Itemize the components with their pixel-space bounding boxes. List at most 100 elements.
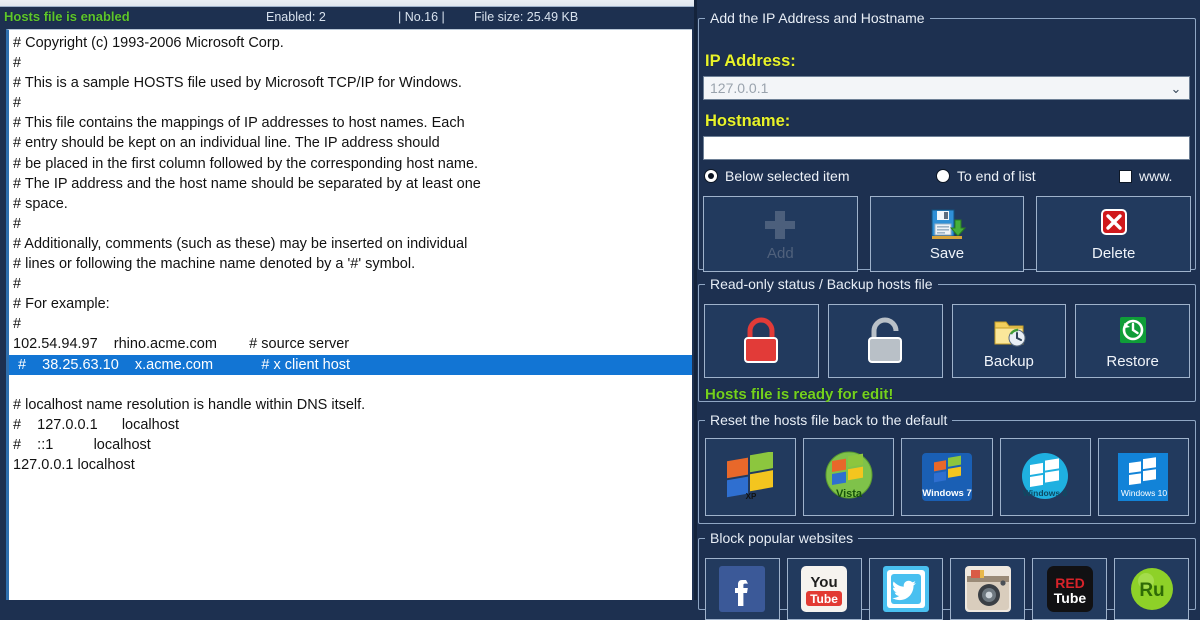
radio-below-selected-item[interactable]: Below selected item bbox=[704, 168, 850, 184]
svg-text:Tube: Tube bbox=[1054, 590, 1087, 606]
entry-number: | No.16 | bbox=[398, 10, 445, 24]
svg-text:Ru: Ru bbox=[1139, 580, 1164, 601]
floppy-save-icon bbox=[931, 209, 967, 239]
hosts-line[interactable]: # For example: bbox=[9, 294, 692, 314]
block-youtube-button[interactable]: You Tube bbox=[786, 558, 862, 620]
radio-to-end-of-list[interactable]: To end of list bbox=[936, 168, 1036, 184]
checkbox-icon[interactable] bbox=[1119, 169, 1132, 183]
block-facebook-button[interactable] bbox=[705, 558, 780, 620]
svg-text:RED: RED bbox=[1055, 575, 1085, 591]
save-button-label: Save bbox=[929, 244, 965, 262]
add-button[interactable]: Add bbox=[703, 196, 858, 272]
editor-pane: Hosts file is enabled Enabled: 2 | No.16… bbox=[0, 7, 694, 600]
hostname-input[interactable] bbox=[703, 136, 1190, 160]
add-save-delete-buttons: Add Save Delete bbox=[703, 196, 1192, 272]
add-button-label: Add bbox=[766, 244, 794, 262]
youtube-icon: You Tube bbox=[801, 566, 848, 612]
save-button[interactable]: Save bbox=[869, 196, 1025, 272]
reset-group-legend: Reset the hosts file back to the default bbox=[710, 412, 948, 428]
hosts-line[interactable]: # space. bbox=[9, 194, 692, 214]
www-label: www. bbox=[1139, 168, 1173, 184]
reset-windows-vista-button[interactable]: Vista bbox=[803, 438, 895, 516]
reset-windows-xp-button[interactable]: XP bbox=[705, 438, 797, 516]
radio-on-icon[interactable] bbox=[704, 169, 718, 183]
hosts-line[interactable]: # localhost name resolution is handle wi… bbox=[9, 395, 692, 415]
os-default-buttons-row: XP Vista Windows 7 Windows 8 Windows 10 bbox=[705, 438, 1190, 516]
windows10-caption: Windows 10 bbox=[1121, 488, 1168, 498]
delete-button[interactable]: Delete bbox=[1036, 196, 1192, 272]
block-redtube-button[interactable]: RED Tube bbox=[1032, 558, 1108, 620]
radio-end-label: To end of list bbox=[957, 168, 1036, 184]
reset-windows-7-button[interactable]: Windows 7 bbox=[901, 438, 993, 516]
windows-7-icon: Windows 7 bbox=[918, 448, 976, 506]
panel-divider bbox=[694, 0, 697, 600]
twitter-icon bbox=[883, 566, 930, 612]
block-site-buttons-row: You Tube RED Tube Ru bbox=[705, 558, 1189, 620]
set-readonly-button[interactable] bbox=[704, 304, 819, 378]
add-group-legend: Add the IP Address and Hostname bbox=[710, 10, 925, 26]
hosts-enabled-status: Hosts file is enabled bbox=[4, 9, 130, 24]
insert-position-options: Below selected item To end of list www. bbox=[699, 168, 1193, 190]
hosts-line[interactable]: # This file contains the mappings of IP … bbox=[9, 113, 692, 133]
chevron-down-icon[interactable]: ⌄ bbox=[1163, 82, 1189, 95]
block-twitter-button[interactable] bbox=[868, 558, 944, 620]
ip-address-label: IP Address: bbox=[705, 52, 796, 70]
readonly-backup-group: Read-only status / Backup hosts file Bac… bbox=[698, 276, 1196, 403]
hosts-line[interactable]: # ::1 localhost bbox=[9, 435, 692, 455]
restore-button-label: Restore bbox=[1106, 352, 1159, 370]
restore-clock-icon bbox=[1119, 316, 1146, 343]
hosts-line[interactable]: # Additionally, comments (such as these)… bbox=[9, 234, 692, 254]
hosts-line[interactable]: # This is a sample HOSTS file used by Mi… bbox=[9, 73, 692, 93]
ready-status-message: Hosts file is ready for edit! bbox=[705, 386, 894, 403]
hosts-line[interactable]: # bbox=[9, 314, 692, 334]
hosts-file-lines[interactable]: # Copyright (c) 1993-2006 Microsoft Corp… bbox=[9, 30, 692, 475]
delete-button-label: Delete bbox=[1092, 244, 1136, 262]
hosts-line[interactable]: # be placed in the first column followed… bbox=[9, 154, 692, 174]
unset-readonly-button[interactable] bbox=[827, 304, 943, 378]
hosts-line[interactable]: # The IP address and the host name shoul… bbox=[9, 174, 692, 194]
redtube-icon: RED Tube bbox=[1046, 566, 1093, 612]
restore-button[interactable]: Restore bbox=[1075, 304, 1190, 378]
windows8-caption: Windows 8 bbox=[1023, 488, 1068, 498]
radio-off-icon[interactable] bbox=[936, 169, 950, 183]
hosts-line[interactable]: # bbox=[9, 274, 692, 294]
red-x-icon bbox=[1100, 208, 1127, 235]
windows-xp-icon: XP bbox=[722, 448, 780, 506]
checkbox-www[interactable]: www. bbox=[1119, 168, 1172, 184]
block-rutube-button[interactable]: Ru bbox=[1114, 558, 1189, 620]
facebook-icon bbox=[719, 566, 766, 612]
hosts-line[interactable]: 127.0.0.1 localhost bbox=[9, 455, 692, 475]
plus-icon bbox=[765, 210, 796, 239]
rutube-icon: Ru bbox=[1129, 566, 1175, 612]
file-size: File size: 25.49 KB bbox=[474, 10, 579, 24]
hosts-line[interactable]: # entry should be kept on an individual … bbox=[9, 133, 692, 153]
reset-windows-10-button[interactable]: Windows 10 bbox=[1097, 438, 1190, 516]
reset-defaults-group: Reset the hosts file back to the default… bbox=[698, 412, 1196, 524]
status-bar: Hosts file is enabled Enabled: 2 | No.16… bbox=[0, 7, 694, 27]
window-chrome-strip bbox=[0, 0, 700, 7]
ip-address-combobox[interactable]: 127.0.0.1 ⌄ bbox=[703, 76, 1190, 100]
block-instagram-button[interactable] bbox=[950, 558, 1026, 620]
reset-windows-8-button[interactable]: Windows 8 bbox=[999, 438, 1091, 516]
readonly-buttons-row: Backup Restore bbox=[704, 304, 1190, 378]
windows-10-icon: Windows 10 bbox=[1114, 448, 1172, 506]
hosts-line-selected[interactable]: # 38.25.63.10 x.acme.com # x client host bbox=[9, 354, 692, 375]
hosts-line[interactable]: # bbox=[9, 53, 692, 73]
hosts-line[interactable]: 102.54.94.97 rhino.acme.com # source ser… bbox=[9, 334, 692, 354]
svg-text:XP: XP bbox=[745, 492, 756, 501]
hosts-line[interactable]: # lines or following the machine name de… bbox=[9, 254, 692, 274]
hosts-line[interactable]: # Copyright (c) 1993-2006 Microsoft Corp… bbox=[9, 33, 692, 53]
locked-padlock-icon bbox=[744, 317, 779, 363]
backup-button[interactable]: Backup bbox=[951, 304, 1067, 378]
backup-button-label: Backup bbox=[983, 352, 1034, 370]
ip-address-value: 127.0.0.1 bbox=[710, 80, 769, 96]
instagram-icon bbox=[964, 566, 1011, 612]
hosts-line[interactable]: # bbox=[9, 93, 692, 113]
hosts-line[interactable]: # 127.0.0.1 localhost bbox=[9, 415, 692, 435]
hosts-line[interactable] bbox=[9, 375, 692, 395]
readonly-group-legend: Read-only status / Backup hosts file bbox=[710, 276, 933, 292]
hosts-line[interactable]: # bbox=[9, 214, 692, 234]
hosts-file-editor[interactable]: # Copyright (c) 1993-2006 Microsoft Corp… bbox=[6, 29, 692, 600]
windows-8-icon: Windows 8 bbox=[1016, 448, 1074, 506]
windows-vista-icon: Vista bbox=[820, 448, 878, 506]
